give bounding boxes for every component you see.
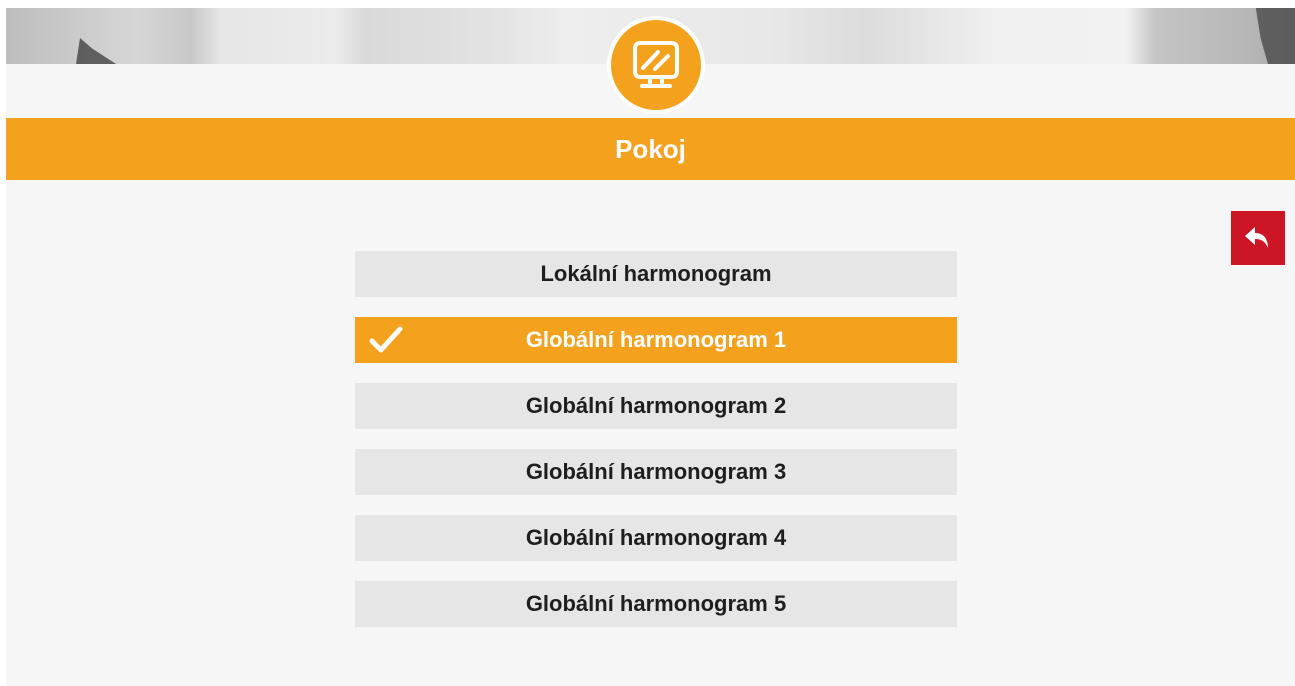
page-title: Pokoj — [615, 133, 686, 164]
schedule-option-label: Lokální harmonogram — [540, 261, 772, 286]
schedule-option-label: Globální harmonogram 2 — [525, 393, 787, 418]
schedule-option[interactable]: Globální harmonogram 1 — [355, 317, 957, 363]
schedule-option[interactable]: Globální harmonogram 3 — [355, 449, 957, 495]
header-bar: Pokoj — [6, 118, 1295, 180]
schedule-option[interactable]: Globální harmonogram 2 — [355, 383, 957, 429]
schedule-options-list: Lokální harmonogram Globální harmonogram … — [355, 251, 957, 647]
schedule-option-label: Globální harmonogram 4 — [525, 525, 787, 550]
banner-decoration-left — [76, 38, 116, 64]
checkmark-icon — [369, 326, 403, 353]
app-screen: Pokoj Lokální harmonogram Globální harmon… — [6, 8, 1295, 686]
schedule-option-label: Globální harmonogram 1 — [525, 327, 787, 352]
schedule-option[interactable]: Lokální harmonogram — [355, 251, 957, 297]
monitor-icon-graphic — [633, 41, 679, 88]
back-button[interactable] — [1231, 211, 1285, 265]
undo-arrow-icon — [1245, 227, 1268, 248]
banner-decoration-right — [1255, 8, 1295, 64]
schedule-option[interactable]: Globální harmonogram 5 — [355, 581, 957, 627]
schedule-option[interactable]: Globální harmonogram 4 — [355, 515, 957, 561]
schedule-option-label: Globální harmonogram 5 — [525, 591, 787, 616]
monitor-icon — [607, 16, 705, 114]
schedule-option-label: Globální harmonogram 3 — [525, 459, 787, 484]
